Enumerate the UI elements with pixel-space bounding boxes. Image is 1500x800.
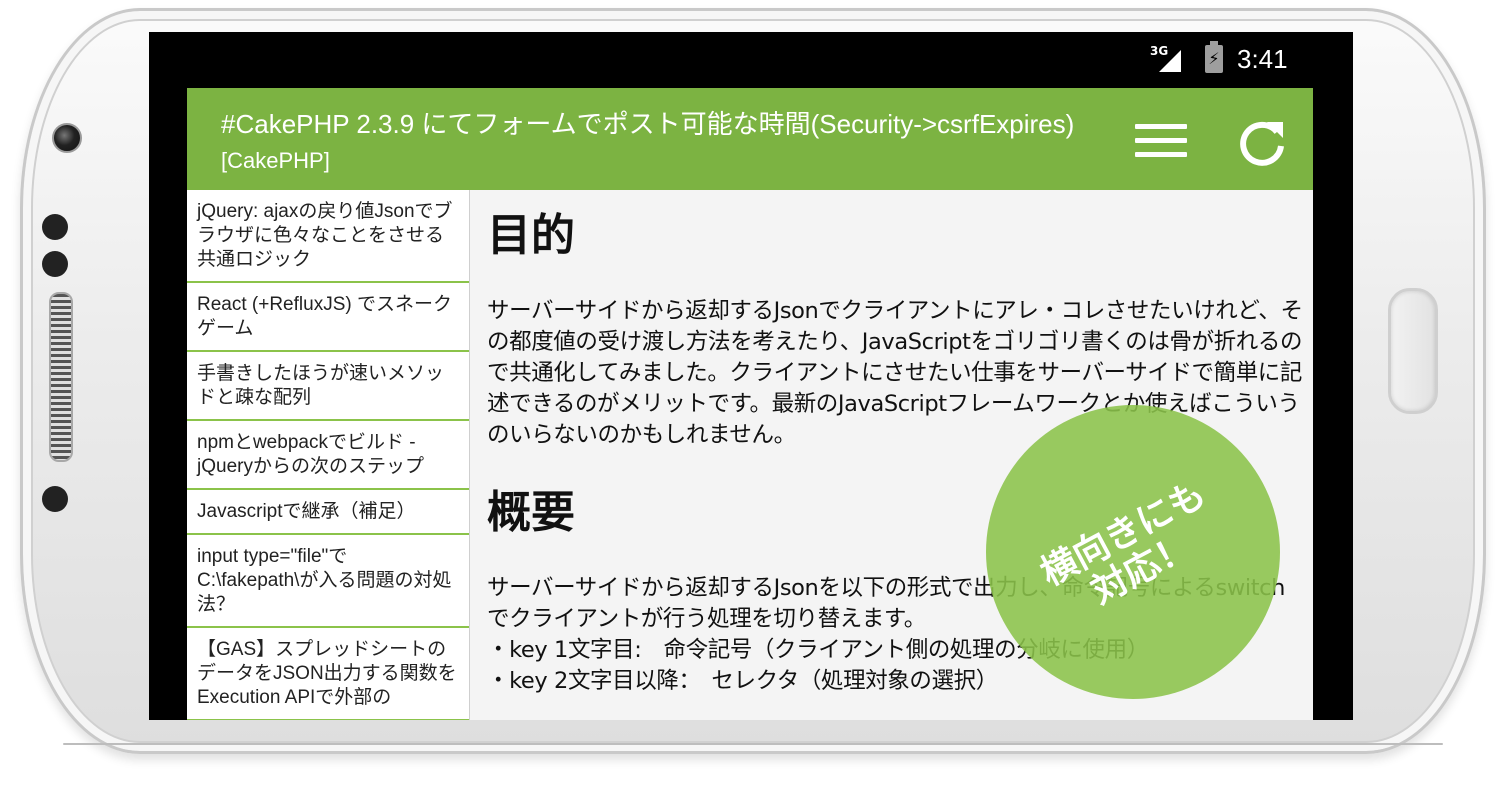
category-label: [CakePHP] [221,148,330,173]
page-title: #CakePHP 2.3.9 にてフォームでポスト可能な時間(Security-… [221,109,1075,139]
sidebar-item[interactable]: input type="file"でC:\fakepath\が入る問題の対処法？ [187,535,469,628]
sidebar-item[interactable]: 手書きしたほうが速いメソッドと疎な配列 [187,352,469,421]
article-list-sidebar: jQuery: ajaxの戻り値Jsonでブラウザに色々なことをさせる共通ロジッ… [187,190,470,720]
app-bar: #CakePHP 2.3.9 にてフォームでポスト可能な時間(Security-… [187,88,1313,190]
light-sensor [42,251,68,277]
front-camera [52,123,82,153]
led-indicator [42,486,68,512]
proximity-sensor [42,214,68,240]
home-button[interactable] [1388,288,1438,414]
promo-badge: 横向きにも 対応！ [986,405,1280,699]
signal-icon [1159,50,1181,72]
sidebar-item[interactable]: React (+RefluxJS) でスネークゲーム [187,283,469,352]
status-bar: 3G ⚡ 3:41 [149,32,1353,88]
menu-icon-bar [1135,138,1187,143]
phone-edge [63,743,1443,745]
menu-icon-bar [1135,124,1187,129]
earpiece-speaker [49,292,73,462]
sidebar-item[interactable]: Javascriptで継承（補足） [187,490,469,535]
status-time: 3:41 [1237,44,1288,74]
sidebar-item[interactable]: 【GAS】スプレッドシートのデータをJSON出力する関数をExecution A… [187,628,469,720]
section-heading: 目的 [487,210,575,261]
battery-charging-icon: ⚡ [1205,41,1223,73]
refresh-button[interactable] [1233,114,1291,172]
menu-button[interactable] [1129,114,1193,168]
menu-icon-bar [1135,152,1187,157]
sidebar-item[interactable]: npmとwebpackでビルド - jQueryからの次のステップ [187,421,469,490]
sidebar-item[interactable]: jQuery: ajaxの戻り値Jsonでブラウザに色々なことをさせる共通ロジッ… [187,190,469,283]
refresh-icon [1240,121,1284,166]
